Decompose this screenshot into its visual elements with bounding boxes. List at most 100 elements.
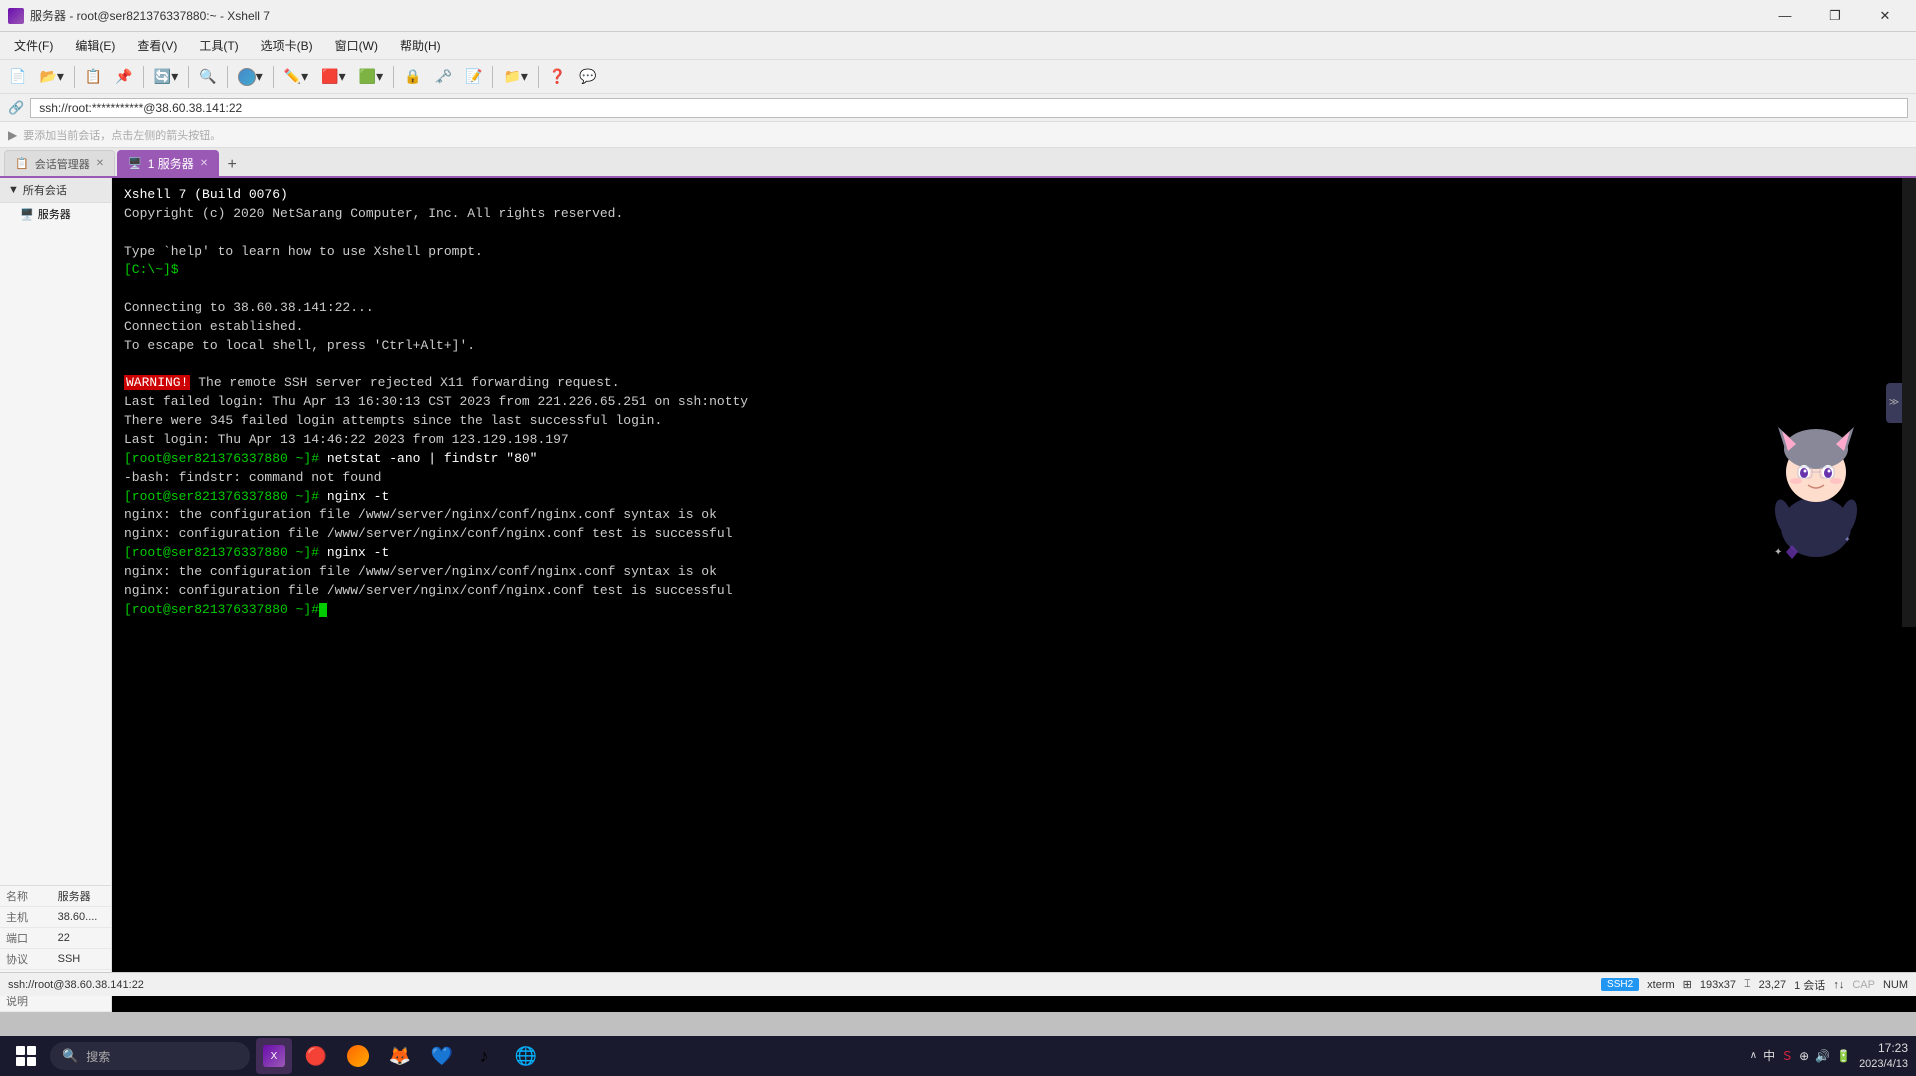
ssh-icon: 🔗 (8, 100, 24, 116)
tray-volume[interactable]: 🔊 (1815, 1049, 1830, 1063)
app-icon (8, 8, 24, 24)
refresh-btn[interactable]: 🔄▾ (149, 64, 183, 90)
maximize-button[interactable]: ❐ (1812, 4, 1858, 28)
paste-btn[interactable]: 📌 (110, 64, 137, 90)
folder-open-btn[interactable]: 📁▾ (498, 64, 532, 90)
taskbar-app-firefox[interactable]: 🦊 (382, 1038, 418, 1074)
left-panel: ▼ 所有会话 🖥️ 服务器 名称 服务器 主机 38.60.... (0, 178, 112, 1012)
terminal-output[interactable]: Xshell 7 (Build 0076) Copyright (c) 2020… (112, 178, 1916, 627)
info-row-port: 端口 22 (0, 928, 111, 949)
menu-item-工具T[interactable]: 工具(T) (189, 35, 248, 56)
quick-connect-bar: ▶ 要添加当前会话，点击左侧的箭头按钮。 (0, 122, 1916, 148)
info-row-name: 名称 服务器 (0, 886, 111, 907)
info-label-name: 名称 (0, 886, 52, 907)
taskbar-app-2[interactable] (340, 1038, 376, 1074)
address-input[interactable] (30, 98, 1908, 118)
sidebar-header: ▼ 所有会话 (0, 178, 111, 203)
status-cap: CAP (1852, 979, 1875, 991)
status-size: 193x37 (1700, 979, 1736, 991)
script-btn[interactable]: 📝 (460, 64, 487, 90)
active-session-tab[interactable]: 🖥️ 1 服务器 ✕ (117, 150, 219, 176)
sidebar-item-server[interactable]: 🖥️ 服务器 (0, 203, 111, 225)
help-btn[interactable]: ❓ (544, 64, 571, 90)
search-placeholder: 搜索 (86, 1048, 110, 1065)
menu-item-窗口W[interactable]: 窗口(W) (325, 35, 388, 56)
status-cursor: 23,27 (1759, 979, 1787, 991)
current-time: 17:23 (1859, 1041, 1908, 1057)
session-mgr-tab-close[interactable]: ✕ (96, 158, 104, 169)
status-size-icon: ⊞ (1683, 978, 1692, 991)
status-cursor-icon: ⌶ (1744, 978, 1751, 991)
separator-3 (188, 66, 189, 88)
active-tab-close[interactable]: ✕ (200, 158, 208, 169)
server-tree-icon: 🖥️ (20, 208, 34, 221)
menu-item-编辑E[interactable]: 编辑(E) (65, 35, 125, 56)
tray-network[interactable]: ⊕ (1799, 1049, 1809, 1063)
search-icon: 🔍 (62, 1048, 78, 1064)
quick-bar-hint: 要添加当前会话，点击左侧的箭头按钮。 (23, 127, 221, 143)
window-title: 服务器 - root@ser821376337880:~ - Xshell 7 (30, 7, 270, 24)
info-value-port: 22 (52, 928, 111, 949)
menu-item-查看V[interactable]: 查看(V) (127, 35, 187, 56)
terminal-text: Xshell 7 (Build 0076) Copyright (c) 2020… (124, 186, 1904, 619)
taskbar-right: ∧ 中 Ｓ ⊕ 🔊 🔋 17:23 2023/4/13 (1750, 1041, 1908, 1071)
minimize-button[interactable]: — (1762, 4, 1808, 28)
separator-5 (273, 66, 274, 88)
clock[interactable]: 17:23 2023/4/13 (1859, 1041, 1908, 1071)
folder-expand-icon[interactable]: ▼ (8, 184, 19, 196)
session-manager-tab[interactable]: 📋 会话管理器 ✕ (4, 150, 115, 176)
terminal-area[interactable]: Xshell 7 (Build 0076) Copyright (c) 2020… (112, 178, 1916, 1012)
eraser-btn[interactable]: 🟩▾ (354, 64, 388, 90)
menu-item-帮助H[interactable]: 帮助(H) (390, 35, 451, 56)
add-tab-button[interactable]: + (221, 154, 243, 176)
tray-ime[interactable]: 中 (1763, 1047, 1775, 1064)
menu-bar: 文件(F)编辑(E)查看(V)工具(T)选项卡(B)窗口(W)帮助(H) (0, 32, 1916, 60)
scroll-bar[interactable] (1902, 178, 1916, 627)
windows-logo (16, 1046, 36, 1066)
system-tray: ∧ 中 Ｓ ⊕ 🔊 🔋 (1750, 1047, 1851, 1064)
taskbar-app-teams[interactable]: 💙 (424, 1038, 460, 1074)
menu-item-文件F[interactable]: 文件(F) (4, 35, 63, 56)
right-panel-toggle[interactable]: ≫ (1886, 383, 1902, 423)
color-btn[interactable]: ▾ (233, 64, 268, 90)
tray-sogou[interactable]: Ｓ (1781, 1047, 1793, 1064)
tab-bar: 📋 会话管理器 ✕ 🖥️ 1 服务器 ✕ + (0, 148, 1916, 178)
copy-btn[interactable]: 📋 (80, 64, 107, 90)
tray-battery[interactable]: 🔋 (1836, 1049, 1851, 1063)
lock-btn[interactable]: 🔒 (399, 64, 426, 90)
status-connection: ssh://root@38.60.38.141:22 (8, 979, 144, 991)
taskbar: 🔍 搜索 X 🔴 🦊 💙 ♪ 🌐 ∧ 中 Ｓ ⊕ 🔊 🔋 17:23 2023/… (0, 1036, 1916, 1076)
active-tab-label: 1 服务器 (148, 155, 194, 172)
taskbar-app-edge[interactable]: 🌐 (508, 1038, 544, 1074)
pen-btn[interactable]: ✏️▾ (279, 64, 313, 90)
server-tree-label: 服务器 (38, 206, 71, 222)
current-date: 2023/4/13 (1859, 1057, 1908, 1071)
status-bar: ssh://root@38.60.38.141:22 SSH2 xterm ⊞ … (0, 972, 1916, 996)
info-row-host: 主机 38.60.... (0, 907, 111, 928)
taskbar-app-xshell[interactable]: X (256, 1038, 292, 1074)
key-btn[interactable]: 🗝️ (430, 64, 457, 90)
separator-2 (143, 66, 144, 88)
info-label-port: 端口 (0, 928, 52, 949)
tray-expand[interactable]: ∧ (1750, 1050, 1757, 1061)
session-mgr-icon: 📋 (15, 157, 29, 170)
chat-btn[interactable]: 💬 (574, 64, 601, 90)
session-mgr-label: 会话管理器 (35, 156, 90, 172)
taskbar-app-1[interactable]: 🔴 (298, 1038, 334, 1074)
find-btn[interactable]: 🔍 (194, 64, 221, 90)
info-row-protocol: 协议 SSH (0, 949, 111, 970)
window-controls: — ❐ ✕ (1762, 4, 1908, 28)
open-btn[interactable]: 📂▾ (34, 64, 68, 90)
title-bar-left: 服务器 - root@ser821376337880:~ - Xshell 7 (8, 7, 270, 24)
start-button[interactable] (8, 1038, 44, 1074)
new-session-btn[interactable]: 📄 (4, 64, 31, 90)
info-value-name: 服务器 (52, 886, 111, 907)
status-sessions: 1 会话 (1794, 977, 1825, 993)
menu-item-选项卡B[interactable]: 选项卡(B) (251, 35, 323, 56)
close-button[interactable]: ✕ (1862, 4, 1908, 28)
taskbar-app-tiktok[interactable]: ♪ (466, 1038, 502, 1074)
separator-7 (492, 66, 493, 88)
toolbar: 📄 📂▾ 📋 📌 🔄▾ 🔍 ▾ ✏️▾ 🟥▾ 🟩▾ 🔒 🗝️ 📝 📁▾ ❓ 💬 (0, 60, 1916, 94)
highlight-btn[interactable]: 🟥▾ (316, 64, 350, 90)
taskbar-search[interactable]: 🔍 搜索 (50, 1042, 250, 1070)
